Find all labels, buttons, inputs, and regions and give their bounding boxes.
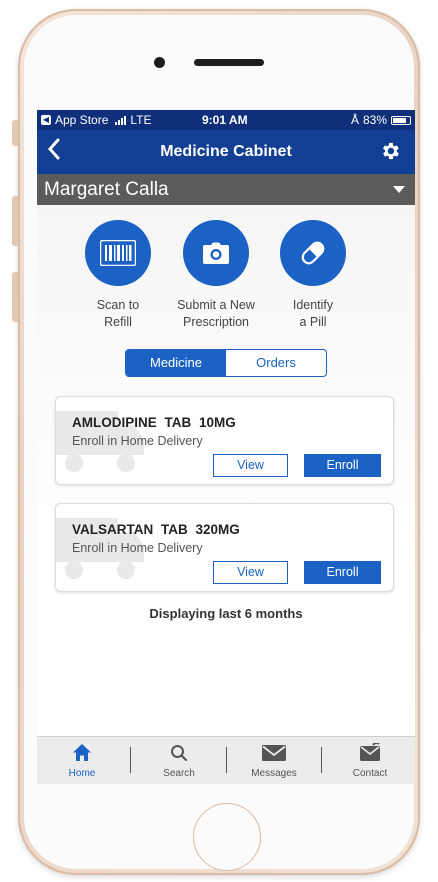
bluetooth-icon: Å xyxy=(350,113,359,127)
segmented-control: Medicine Orders xyxy=(125,349,327,377)
tab-label: Contact xyxy=(352,768,388,779)
medication-name: AMLODIPINE TAB 10MG xyxy=(72,415,236,430)
segment-orders[interactable]: Orders xyxy=(226,350,326,376)
tab-search[interactable]: Search xyxy=(134,737,224,784)
tab-contact[interactable]: Contact xyxy=(325,737,415,784)
envelope-icon xyxy=(262,745,286,761)
medication-subtitle: Enroll in Home Delivery xyxy=(72,434,203,448)
tab-bar: Home Search Messages Contact xyxy=(37,736,415,784)
tab-label: Search xyxy=(163,768,195,779)
back-app-label[interactable]: App Store xyxy=(55,113,108,127)
action-label: Identify a Pill xyxy=(292,298,334,329)
tab-label: Home xyxy=(68,768,96,779)
mute-switch xyxy=(12,120,18,146)
tab-messages[interactable]: Messages xyxy=(229,737,319,784)
page-title: Medicine Cabinet xyxy=(160,143,292,160)
app-screen: ◀ App Store LTE 9:01 AM Å 83% Medicine C… xyxy=(37,110,415,784)
signal-icon xyxy=(115,115,127,125)
action-label: Scan to Refill xyxy=(96,298,140,329)
caret-down-icon[interactable] xyxy=(393,186,405,193)
tab-home[interactable]: Home xyxy=(37,737,127,784)
segment-medicine[interactable]: Medicine xyxy=(126,350,226,376)
network-label: LTE xyxy=(130,113,152,127)
submit-prescription-button[interactable]: Submit a New Prescription xyxy=(166,220,266,331)
home-hardware-button[interactable] xyxy=(193,803,261,871)
medication-card: VALSARTAN TAB 320MG Enroll in Home Deliv… xyxy=(55,503,394,592)
earpiece-speaker xyxy=(194,59,264,66)
medication-name: VALSARTAN TAB 320MG xyxy=(72,522,240,537)
home-icon xyxy=(73,744,91,761)
tab-label: Messages xyxy=(251,768,297,779)
barcode-icon[interactable] xyxy=(85,220,151,286)
date-range-note: Displaying last 6 months xyxy=(149,606,303,621)
scan-to-refill-button[interactable]: Scan to Refill xyxy=(68,220,168,331)
patient-name: Margaret Calla xyxy=(44,179,169,200)
battery-percent: 83% xyxy=(362,113,387,127)
volume-up-button xyxy=(12,196,18,246)
camera-icon[interactable] xyxy=(183,220,249,286)
view-button[interactable]: View xyxy=(213,454,288,477)
battery-icon xyxy=(391,115,411,125)
patient-selector[interactable]: Margaret Calla xyxy=(37,174,415,205)
contact-icon xyxy=(360,743,380,761)
tab-divider xyxy=(321,747,322,773)
status-time: 9:01 AM xyxy=(202,113,248,127)
view-button[interactable]: View xyxy=(213,561,288,584)
action-label: Submit a New Prescription xyxy=(177,298,255,329)
status-bar: ◀ App Store LTE 9:01 AM Å 83% xyxy=(37,110,415,130)
back-to-app-icon[interactable]: ◀ xyxy=(41,115,51,125)
medication-card: AMLODIPINE TAB 10MG Enroll in Home Deliv… xyxy=(55,396,394,485)
gear-icon[interactable] xyxy=(379,140,401,162)
nav-bar: Medicine Cabinet xyxy=(37,130,415,194)
tab-divider xyxy=(226,747,227,773)
front-camera xyxy=(154,57,165,68)
search-icon xyxy=(171,745,188,762)
medication-subtitle: Enroll in Home Delivery xyxy=(72,541,203,555)
enroll-button[interactable]: Enroll xyxy=(304,561,381,584)
volume-down-button xyxy=(12,272,18,322)
identify-pill-button[interactable]: Identify a Pill xyxy=(263,220,363,331)
enroll-button[interactable]: Enroll xyxy=(304,454,381,477)
pill-icon[interactable] xyxy=(280,220,346,286)
tab-divider xyxy=(130,747,131,773)
